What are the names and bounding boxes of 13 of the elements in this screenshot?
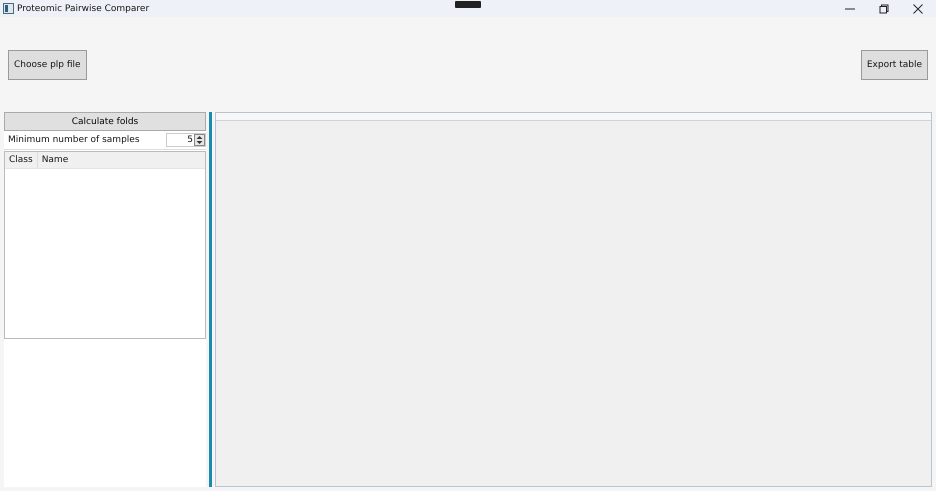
export-table-button[interactable]: Export table bbox=[860, 50, 928, 80]
field-label: Minimum number of samples bbox=[8, 135, 140, 145]
column-header[interactable]: Class bbox=[5, 152, 38, 168]
app-icon bbox=[3, 3, 14, 14]
window-title: Proteomic Pairwise Comparer bbox=[17, 4, 150, 14]
restore-icon[interactable] bbox=[879, 4, 889, 14]
spinner-arrows-icon[interactable] bbox=[194, 134, 205, 146]
close-icon[interactable] bbox=[913, 4, 923, 14]
drag-handle[interactable] bbox=[455, 1, 481, 8]
number-spinner[interactable]: 5 bbox=[166, 133, 206, 147]
column-header[interactable]: Name bbox=[38, 152, 72, 168]
calculate-folds-button[interactable]: Calculate folds bbox=[4, 112, 206, 131]
choose-file-button[interactable]: Choose plp file bbox=[8, 50, 87, 80]
